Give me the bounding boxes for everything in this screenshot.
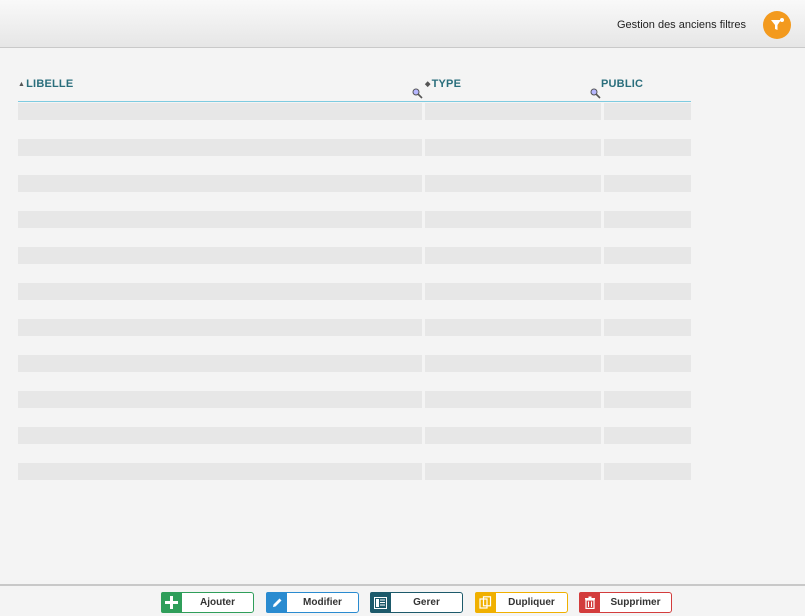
column-header-public[interactable]: PUBLIC — [601, 78, 643, 90]
button-label: Modifier — [303, 597, 342, 608]
plus-icon — [161, 592, 182, 613]
cell-type — [425, 319, 601, 336]
list-icon — [370, 592, 391, 613]
column-header-libelle[interactable]: ▲LIBELLE — [18, 78, 73, 90]
cell-type — [425, 103, 601, 120]
button-label: Dupliquer — [508, 597, 555, 608]
cell-libelle — [18, 247, 422, 264]
cell-type — [425, 175, 601, 192]
cell-public — [604, 175, 691, 192]
sort-ascending-icon: ▲ — [18, 81, 26, 88]
column-header-type[interactable]: ◆TYPE — [425, 78, 461, 90]
edit-button[interactable]: Modifier — [266, 592, 359, 613]
cell-libelle — [18, 319, 422, 336]
button-label: Gerer — [413, 597, 440, 608]
cell-libelle — [18, 139, 422, 156]
filter-icon[interactable] — [763, 11, 791, 39]
cell-type — [425, 139, 601, 156]
table-row[interactable] — [18, 175, 691, 192]
cell-type — [425, 355, 601, 372]
table-row[interactable] — [18, 319, 691, 336]
manage-button[interactable]: Gerer — [370, 592, 463, 613]
cell-libelle — [18, 463, 422, 480]
cell-public — [604, 211, 691, 228]
cell-type — [425, 283, 601, 300]
cell-type — [425, 463, 601, 480]
cell-public — [604, 463, 691, 480]
cell-libelle — [18, 103, 422, 120]
cell-public — [604, 391, 691, 408]
column-label: PUBLIC — [601, 78, 644, 90]
cell-public — [604, 319, 691, 336]
cell-type — [425, 247, 601, 264]
cell-libelle — [18, 427, 422, 444]
duplicate-button[interactable]: Dupliquer — [475, 592, 568, 613]
button-label: Supprimer — [610, 597, 661, 608]
cell-libelle — [18, 175, 422, 192]
table-row[interactable] — [18, 427, 691, 444]
cell-libelle — [18, 211, 422, 228]
table-header: ▲LIBELLE ◆TYPE PUBLIC — [18, 76, 691, 102]
add-button[interactable]: Ajouter — [161, 592, 254, 613]
cell-public — [604, 139, 691, 156]
column-label: LIBELLE — [26, 78, 74, 90]
table-row[interactable] — [18, 463, 691, 480]
trash-icon — [579, 592, 600, 613]
action-toolbar: Ajouter Modifier Gerer Dupliquer Supprim… — [0, 584, 805, 616]
page-header: Gestion des anciens filtres — [0, 0, 805, 48]
cell-libelle — [18, 283, 422, 300]
cell-public — [604, 427, 691, 444]
column-label: TYPE — [431, 78, 462, 90]
cell-public — [604, 355, 691, 372]
cell-libelle — [18, 391, 422, 408]
cell-libelle — [18, 355, 422, 372]
table-row[interactable] — [18, 283, 691, 300]
sort-both-icon: ◆ — [425, 81, 431, 88]
table-row[interactable] — [18, 103, 691, 120]
table-row[interactable] — [18, 355, 691, 372]
cell-type — [425, 427, 601, 444]
column-search-icon[interactable] — [412, 88, 423, 99]
copy-icon — [475, 592, 496, 613]
page-title: Gestion des anciens filtres — [616, 19, 746, 31]
table-row[interactable] — [18, 391, 691, 408]
table-row[interactable] — [18, 247, 691, 264]
delete-button[interactable]: Supprimer — [579, 592, 672, 613]
table-row[interactable] — [18, 139, 691, 156]
cell-type — [425, 391, 601, 408]
cell-public — [604, 103, 691, 120]
cell-public — [604, 283, 691, 300]
cell-public — [604, 247, 691, 264]
filters-table: ▲LIBELLE ◆TYPE PUBLIC — [18, 76, 691, 480]
button-label: Ajouter — [200, 597, 235, 608]
table-row[interactable] — [18, 211, 691, 228]
column-search-icon[interactable] — [590, 88, 601, 99]
cell-type — [425, 211, 601, 228]
pencil-icon — [266, 592, 287, 613]
